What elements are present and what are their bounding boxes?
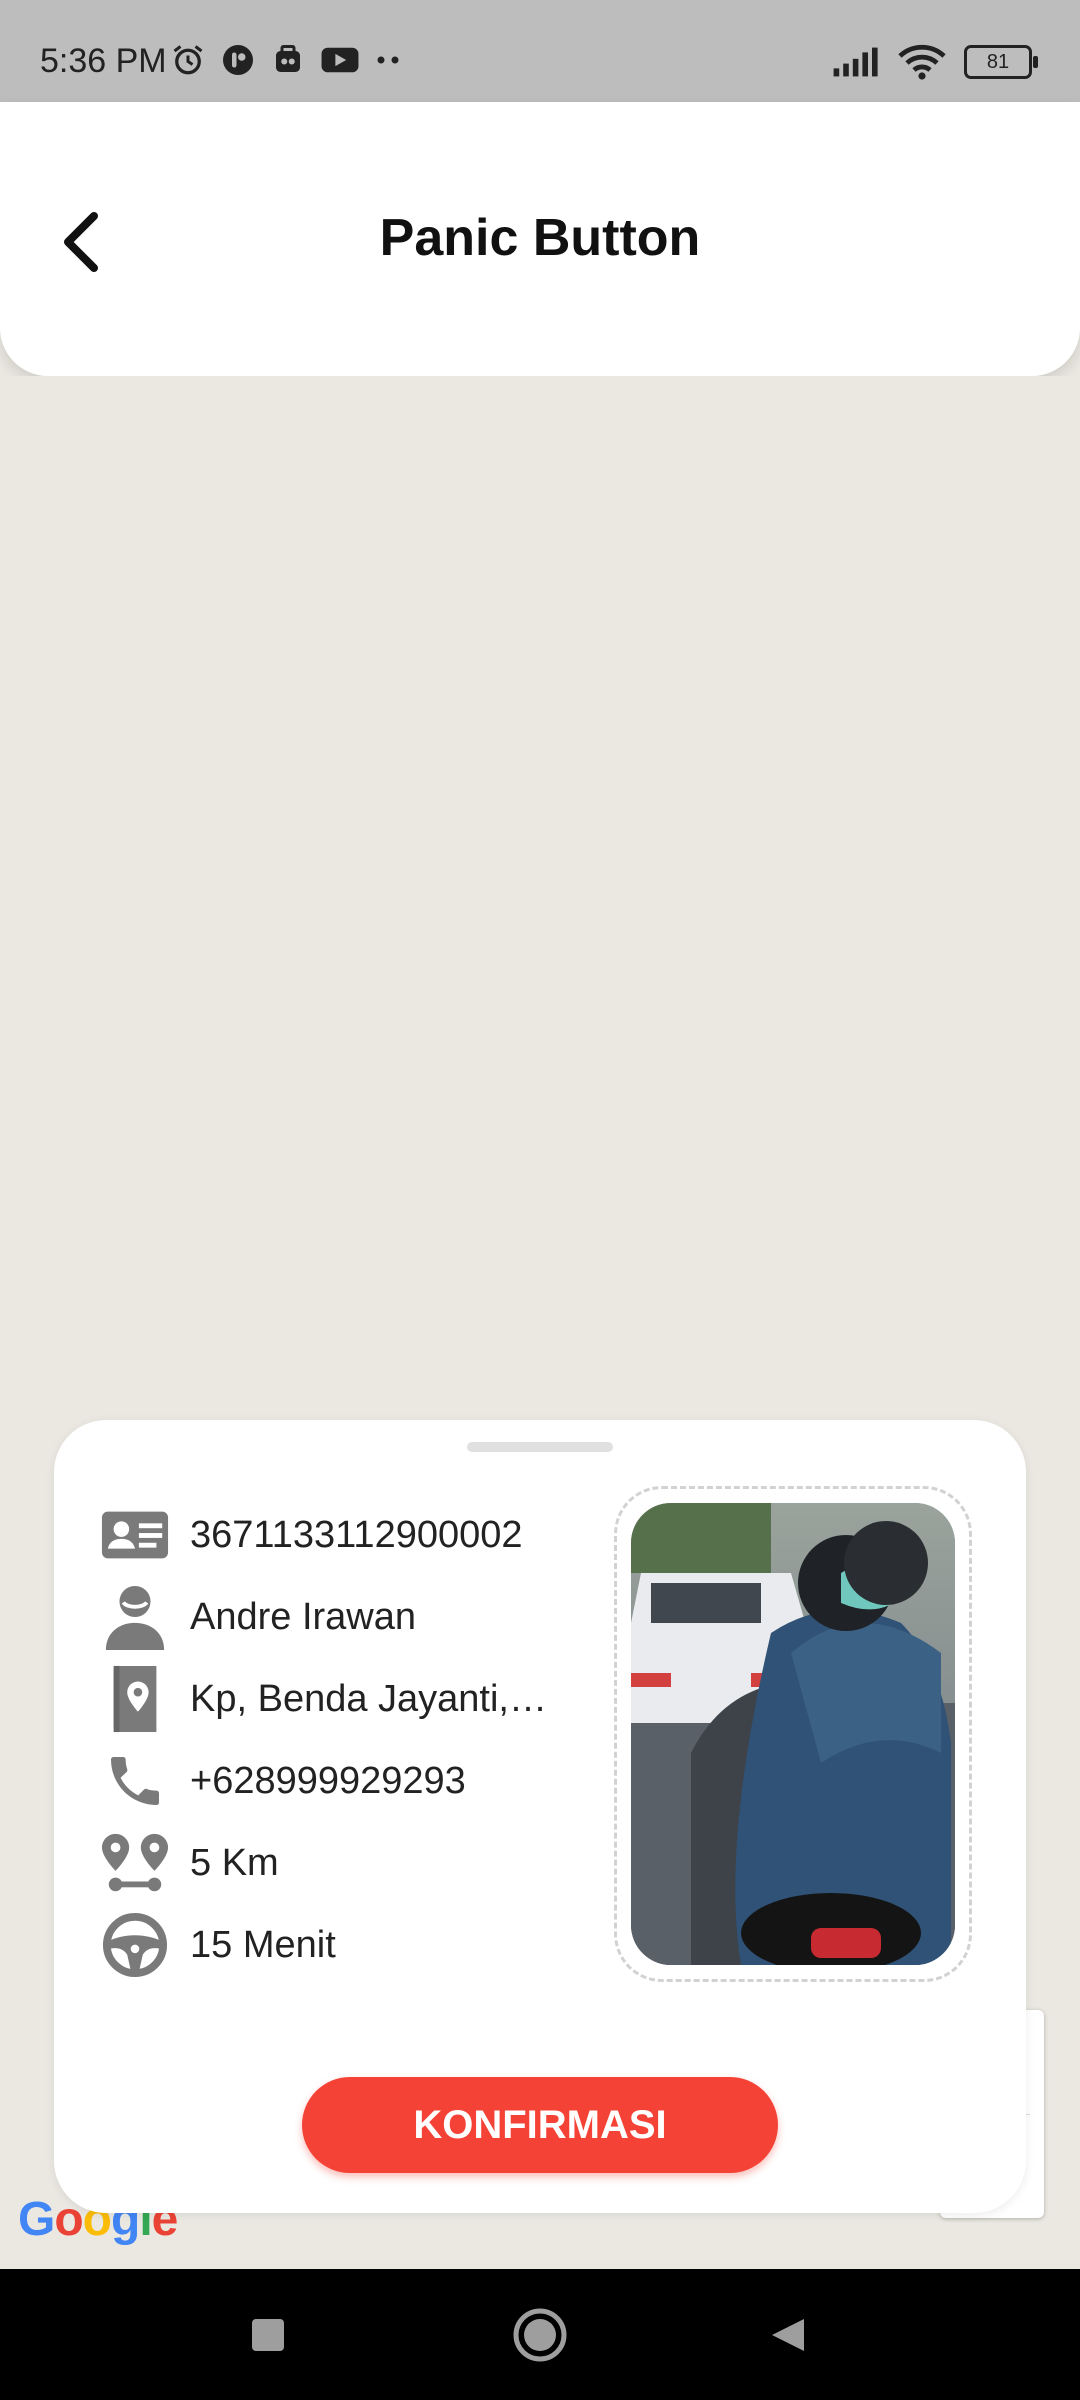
- reported-photo[interactable]: [631, 1503, 955, 1965]
- triangle-back-icon: [772, 2319, 804, 2351]
- phone-text: +628999929293: [190, 1759, 466, 1802]
- info-list: 3671133112900002 Andre Irawan Kp, Benda …: [100, 1494, 550, 1986]
- youtube-icon: [321, 47, 359, 73]
- list-item-nik: 3671133112900002: [100, 1494, 550, 1576]
- name-text: Andre Irawan: [190, 1595, 417, 1638]
- page-title: Panic Button: [379, 209, 701, 267]
- signal-icon: [833, 47, 878, 77]
- panic-detail-card: 3671133112900002 Andre Irawan Kp, Benda …: [54, 1420, 1026, 2213]
- home-circle-icon: [513, 2308, 567, 2362]
- system-nav-bar: [0, 2269, 1080, 2400]
- drag-handle[interactable]: [467, 1442, 613, 1452]
- app-icon: [223, 45, 253, 75]
- address-book-icon: [100, 1664, 170, 1734]
- list-item-name: Andre Irawan: [100, 1576, 550, 1658]
- status-time: 5:36 PM: [40, 42, 167, 80]
- nik-text: 3671133112900002: [190, 1513, 523, 1556]
- list-item-distance: 5 Km: [100, 1822, 550, 1904]
- address-text: Kp, Benda Jayanti, ...: [190, 1677, 550, 1720]
- list-item-duration: 15 Menit: [100, 1904, 550, 1986]
- status-system-icons: 81: [832, 44, 1038, 80]
- status-notification-icons: [170, 42, 402, 78]
- app-icon: [276, 45, 300, 72]
- status-bar: 5:36 PM 81: [0, 0, 1080, 102]
- home-button[interactable]: [508, 2303, 572, 2367]
- wifi-icon: [898, 44, 946, 80]
- recents-button[interactable]: [236, 2303, 300, 2367]
- duration-text: 15 Menit: [190, 1923, 336, 1966]
- phone-icon: [100, 1746, 170, 1816]
- alarm-icon: [173, 45, 203, 75]
- distance-text: 5 Km: [190, 1841, 279, 1884]
- list-item-address: Kp, Benda Jayanti, ...: [100, 1658, 550, 1740]
- list-item-phone: +628999929293: [100, 1740, 550, 1822]
- back-nav-button[interactable]: [756, 2303, 820, 2367]
- steering-wheel-icon: [100, 1910, 170, 1980]
- app-header: Panic Button: [0, 102, 1080, 376]
- square-icon: [252, 2319, 284, 2351]
- more-icon: [377, 56, 399, 64]
- photo-frame: [614, 1486, 972, 1982]
- battery-icon: 81: [964, 45, 1038, 79]
- id-card-icon: [100, 1500, 170, 1570]
- user-icon: [100, 1582, 170, 1652]
- route-icon: [100, 1828, 170, 1898]
- confirm-button[interactable]: KONFIRMASI: [302, 2077, 778, 2173]
